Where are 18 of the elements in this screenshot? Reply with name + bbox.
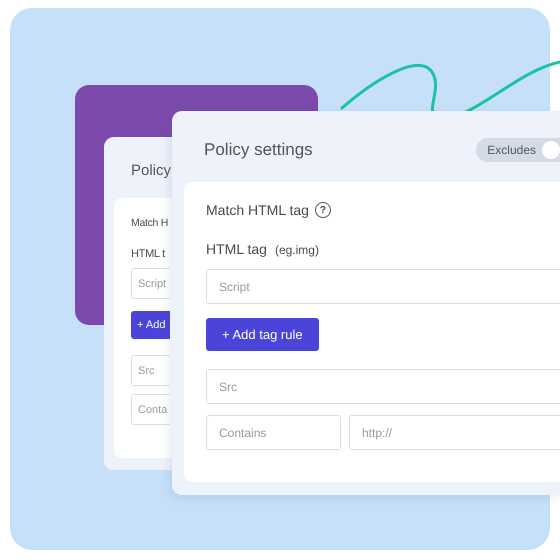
input-field[interactable]: Src bbox=[206, 369, 560, 404]
help-icon[interactable]: ? bbox=[314, 202, 331, 218]
field-label: Match HTML tag bbox=[206, 202, 309, 218]
add-button[interactable]: + Add tag rule bbox=[206, 318, 319, 351]
input-field[interactable]: Src bbox=[131, 355, 170, 386]
toggle-switch[interactable]: Excludes bbox=[476, 138, 560, 162]
field-label: HTML tag bbox=[206, 241, 267, 257]
field-label: HTML t bbox=[131, 248, 166, 260]
field-label: Match H bbox=[131, 217, 169, 229]
card-title: Policy settings bbox=[204, 140, 313, 160]
card-title: Policy bbox=[131, 162, 172, 179]
input-field[interactable]: http:// bbox=[349, 415, 560, 450]
input-field[interactable]: Contains bbox=[206, 415, 341, 450]
input-field[interactable]: Script bbox=[206, 269, 560, 304]
input-field[interactable]: Script bbox=[131, 268, 170, 299]
input-field[interactable]: Conta bbox=[131, 394, 170, 425]
field-hint: (eg.img) bbox=[274, 243, 319, 257]
add-button[interactable]: + Add bbox=[131, 311, 170, 339]
